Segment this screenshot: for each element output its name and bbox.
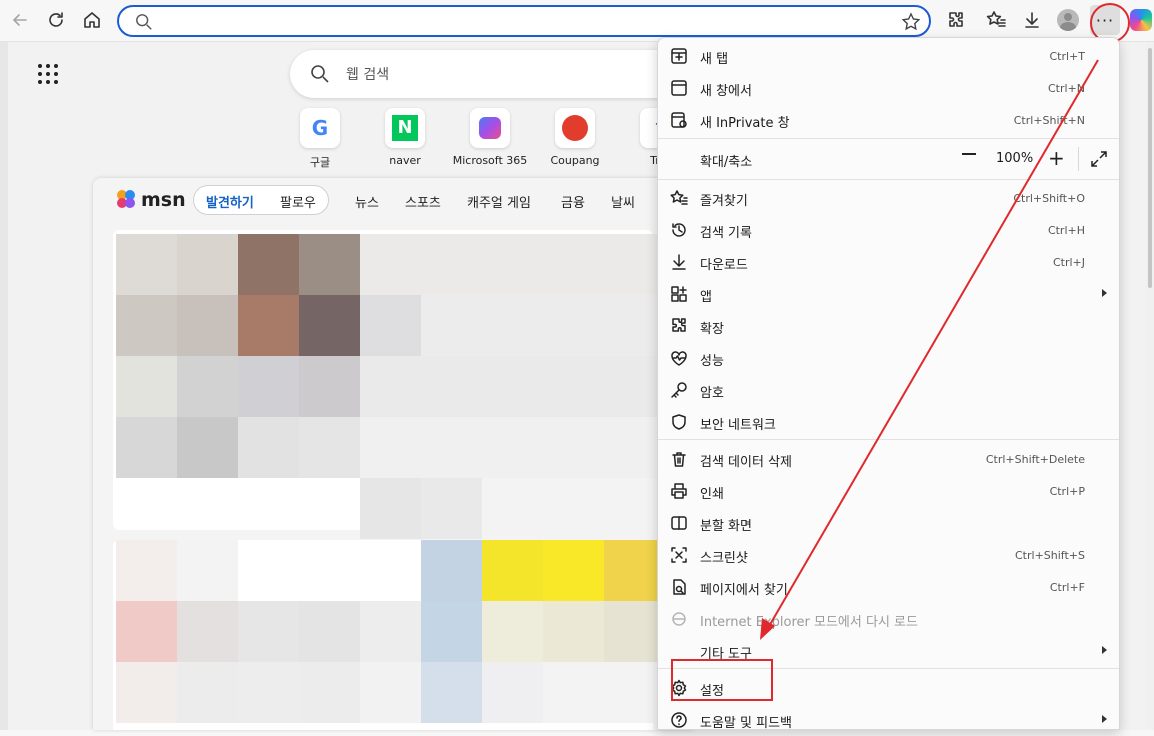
menu-item-performance[interactable]: 성능 (658, 342, 1119, 374)
home-button[interactable] (78, 6, 106, 34)
web-search-box[interactable]: 웹 검색 (290, 50, 710, 98)
msn-nav-casual-games[interactable]: 캐주얼 게임 (467, 192, 531, 211)
microsoft365-logo-icon (470, 108, 510, 148)
favorites-icon (670, 189, 688, 207)
menu-item-split-screen[interactable]: 분할 화면 (658, 507, 1119, 539)
menu-item-new-inprivate[interactable]: 새 InPrivate 창 Ctrl+Shift+N (658, 104, 1119, 136)
new-tab-icon (670, 47, 688, 65)
menu-item-help-feedback[interactable]: 도움말 및 피드백 (658, 704, 1119, 736)
coupang-logo-icon (555, 108, 595, 148)
history-icon (670, 221, 688, 239)
search-placeholder: 웹 검색 (346, 67, 390, 83)
screenshot-icon (670, 546, 688, 564)
favorites-list-icon (986, 11, 1006, 27)
split-screen-icon (670, 514, 688, 532)
submenu-arrow-icon (1102, 715, 1107, 723)
quick-link-coupang[interactable]: Coupang (535, 108, 615, 167)
home-icon (84, 12, 100, 28)
settings-and-more-menu: 새 탭 Ctrl+T 새 창에서 Ctrl+N 새 InPrivate 창 Ct… (657, 37, 1120, 731)
msn-butterfly-icon (117, 190, 135, 208)
menu-item-zoom: 확대/축소 100% + (658, 143, 1119, 175)
tab-follow[interactable]: 팔로우 (280, 192, 316, 211)
fullscreen-icon[interactable] (1090, 150, 1108, 168)
submenu-arrow-icon (1102, 646, 1107, 654)
refresh-icon (49, 12, 63, 27)
menu-item-downloads[interactable]: 다운로드 Ctrl+J (658, 246, 1119, 278)
menu-item-ie-mode: Internet Explorer 모드에서 다시 로드 (658, 603, 1119, 635)
print-icon (670, 482, 688, 500)
download-icon (670, 253, 688, 271)
google-logo-icon: G (300, 108, 340, 148)
menu-item-clear-browsing-data[interactable]: 검색 데이터 삭제 Ctrl+Shift+Delete (658, 443, 1119, 475)
menu-item-extensions[interactable]: 확장 (658, 310, 1119, 342)
inprivate-icon (670, 111, 688, 129)
apps-icon (670, 285, 688, 303)
quick-link-microsoft365[interactable]: Microsoft 365 (450, 108, 530, 167)
new-window-icon (670, 79, 688, 97)
naver-logo-icon: N (385, 108, 425, 148)
browser-toolbar: ··· (0, 0, 1154, 43)
menu-item-secure-network[interactable]: 보안 네트워크 (658, 406, 1119, 438)
performance-icon (670, 349, 688, 367)
zoom-divider (1078, 147, 1079, 171)
downloads-toolbar-button[interactable] (1018, 6, 1046, 34)
zoom-out-button[interactable] (962, 153, 976, 155)
search-icon (311, 65, 329, 83)
menu-item-history[interactable]: 검색 기록 Ctrl+H (658, 214, 1119, 246)
quick-link-naver[interactable]: N naver (365, 108, 445, 167)
ie-icon (670, 610, 688, 628)
address-bar[interactable] (117, 5, 931, 37)
copilot-icon[interactable] (1130, 9, 1152, 31)
menu-separator (658, 439, 1119, 440)
scrollbar-thumb[interactable] (1148, 48, 1152, 288)
menu-separator (658, 138, 1119, 139)
avatar (1057, 9, 1079, 31)
submenu-arrow-icon (1102, 289, 1107, 297)
zoom-level: 100% (996, 151, 1034, 166)
msn-feed: msn 발견하기 팔로우 뉴스 스포츠 캐주얼 게임 금융 날씨 (93, 178, 693, 730)
trash-icon (670, 450, 688, 468)
shield-icon (670, 413, 688, 431)
menu-item-screenshot[interactable]: 스크린샷 Ctrl+Shift+S (658, 539, 1119, 571)
favorites-toolbar-button[interactable] (982, 6, 1010, 34)
menu-item-find-on-page[interactable]: 페이지에서 찾기 Ctrl+F (658, 571, 1119, 603)
app-launcher-icon[interactable] (38, 64, 60, 86)
find-icon (670, 578, 688, 596)
search-icon (136, 14, 152, 30)
back-arrow-icon (13, 14, 27, 26)
msn-feed-toggle[interactable]: 발견하기 팔로우 (193, 185, 329, 215)
menu-item-new-tab[interactable]: 새 탭 Ctrl+T (658, 40, 1119, 72)
help-icon (670, 711, 688, 729)
menu-item-favorites[interactable]: 즐겨찾기 Ctrl+Shift+O (658, 182, 1119, 214)
menu-item-new-window[interactable]: 새 창에서 Ctrl+N (658, 72, 1119, 104)
extensions-icon (670, 317, 688, 335)
msn-logo[interactable]: msn (115, 188, 186, 211)
profile-button[interactable] (1054, 6, 1082, 34)
key-icon (670, 381, 688, 399)
annotation-box (671, 659, 773, 701)
msn-nav-weather[interactable]: 날씨 (611, 192, 635, 211)
msn-nav-news[interactable]: 뉴스 (355, 192, 379, 211)
menu-item-apps[interactable]: 앱 (658, 278, 1119, 310)
left-edge (0, 42, 8, 730)
tab-discover[interactable]: 발견하기 (206, 192, 254, 211)
msn-nav-finance[interactable]: 금융 (561, 192, 585, 211)
msn-nav-sports[interactable]: 스포츠 (405, 192, 441, 211)
download-icon (1025, 12, 1039, 28)
menu-separator (658, 179, 1119, 180)
puzzle-icon (949, 12, 963, 27)
zoom-in-button[interactable]: + (1048, 146, 1065, 170)
menu-item-print[interactable]: 인쇄 Ctrl+P (658, 475, 1119, 507)
quick-link-google[interactable]: G 구글 (280, 108, 360, 170)
menu-item-passwords[interactable]: 암호 (658, 374, 1119, 406)
extensions-toolbar-button[interactable] (942, 6, 970, 34)
refresh-button[interactable] (42, 6, 70, 34)
favorite-star-icon[interactable] (901, 12, 921, 32)
back-button[interactable] (6, 6, 34, 34)
